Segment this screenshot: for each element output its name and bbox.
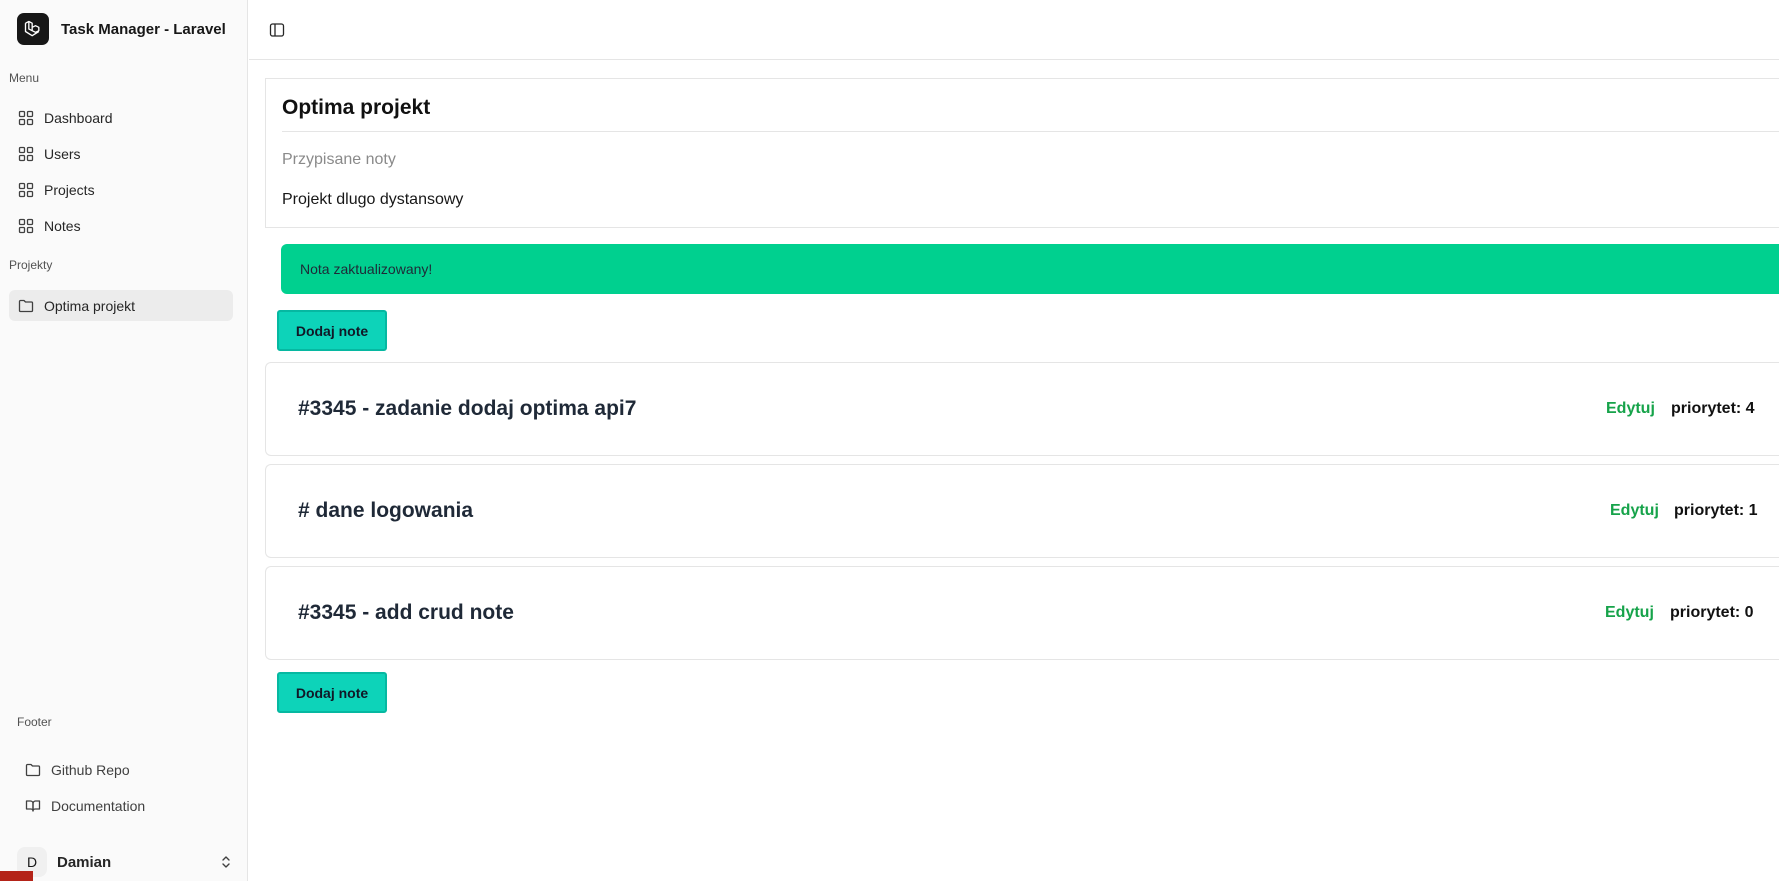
project-description: Projekt dlugo dystansowy xyxy=(282,191,464,208)
topbar xyxy=(249,0,1779,60)
user-name: Damian xyxy=(57,853,112,871)
note-title: #3345 - zadanie dodaj optima api7 xyxy=(298,397,637,420)
footer-item-documentation[interactable]: Documentation xyxy=(17,791,233,821)
sidebar: Task Manager - Laravel Menu Dashboard Us… xyxy=(0,0,248,881)
brand[interactable]: Task Manager - Laravel xyxy=(17,13,226,45)
sidebar-item-label: Notes xyxy=(44,217,81,234)
chevron-up-down-icon xyxy=(222,856,230,868)
sidebar-toggle-button[interactable] xyxy=(265,18,289,42)
grid-icon xyxy=(18,218,34,233)
sidebar-toggle-icon xyxy=(269,23,285,37)
debug-badge[interactable] xyxy=(0,871,33,881)
note-card: # dane logowania Edytuj priorytet: 1 xyxy=(265,464,1779,558)
sidebar-item-label: Dashboard xyxy=(44,109,113,126)
sidebar-item-dashboard[interactable]: Dashboard xyxy=(9,102,233,133)
note-title: # dane logowania xyxy=(298,499,474,522)
folder-icon xyxy=(25,763,41,777)
footer-item-label: Documentation xyxy=(51,798,146,814)
sidebar-item-users[interactable]: Users xyxy=(9,138,233,169)
book-icon xyxy=(25,800,41,812)
projects-group-label: Projekty xyxy=(9,258,53,272)
project-card: Optima projekt Przypisane noty Projekt d… xyxy=(265,78,1779,228)
note-card: #3345 - add crud note Edytuj priorytet: … xyxy=(265,566,1779,660)
edit-note-link[interactable]: Edytuj xyxy=(1610,502,1659,520)
app-title: Task Manager - Laravel xyxy=(61,20,226,38)
grid-icon xyxy=(18,146,34,161)
sidebar-item-notes[interactable]: Notes xyxy=(9,210,233,241)
note-priority: priorytet: 1 xyxy=(1674,502,1758,519)
sidebar-item-label: Projects xyxy=(44,181,95,198)
edit-note-link[interactable]: Edytuj xyxy=(1606,400,1655,418)
menu-group-label: Menu xyxy=(9,71,40,85)
user-menu[interactable]: D Damian xyxy=(17,846,233,878)
grid-icon xyxy=(18,110,34,125)
success-alert: Nota zaktualizowany! xyxy=(281,244,1779,294)
assigned-notes-label: Przypisane noty xyxy=(282,151,396,168)
footer-group-label: Footer xyxy=(17,715,52,729)
edit-note-link[interactable]: Edytuj xyxy=(1605,604,1654,622)
footer-item-github-repo[interactable]: Github Repo xyxy=(17,755,233,785)
divider xyxy=(282,131,1779,132)
sidebar-item-projects[interactable]: Projects xyxy=(9,174,233,205)
laravel-logo-icon xyxy=(17,13,49,45)
note-card: #3345 - zadanie dodaj optima api7 Edytuj… xyxy=(265,362,1779,456)
grid-icon xyxy=(18,182,34,197)
sidebar-item-label: Users xyxy=(44,145,81,162)
project-title: Optima projekt xyxy=(282,96,431,119)
sidebar-item-label: Optima projekt xyxy=(44,297,136,314)
note-priority: priorytet: 4 xyxy=(1671,400,1755,417)
note-priority: priorytet: 0 xyxy=(1670,604,1754,621)
add-note-button[interactable]: Dodaj note xyxy=(277,310,387,351)
sidebar-item-optima-projekt[interactable]: Optima projekt xyxy=(9,290,233,321)
footer-item-label: Github Repo xyxy=(51,762,130,778)
add-note-button[interactable]: Dodaj note xyxy=(277,672,387,713)
note-title: #3345 - add crud note xyxy=(298,601,514,624)
folder-icon xyxy=(18,299,34,312)
